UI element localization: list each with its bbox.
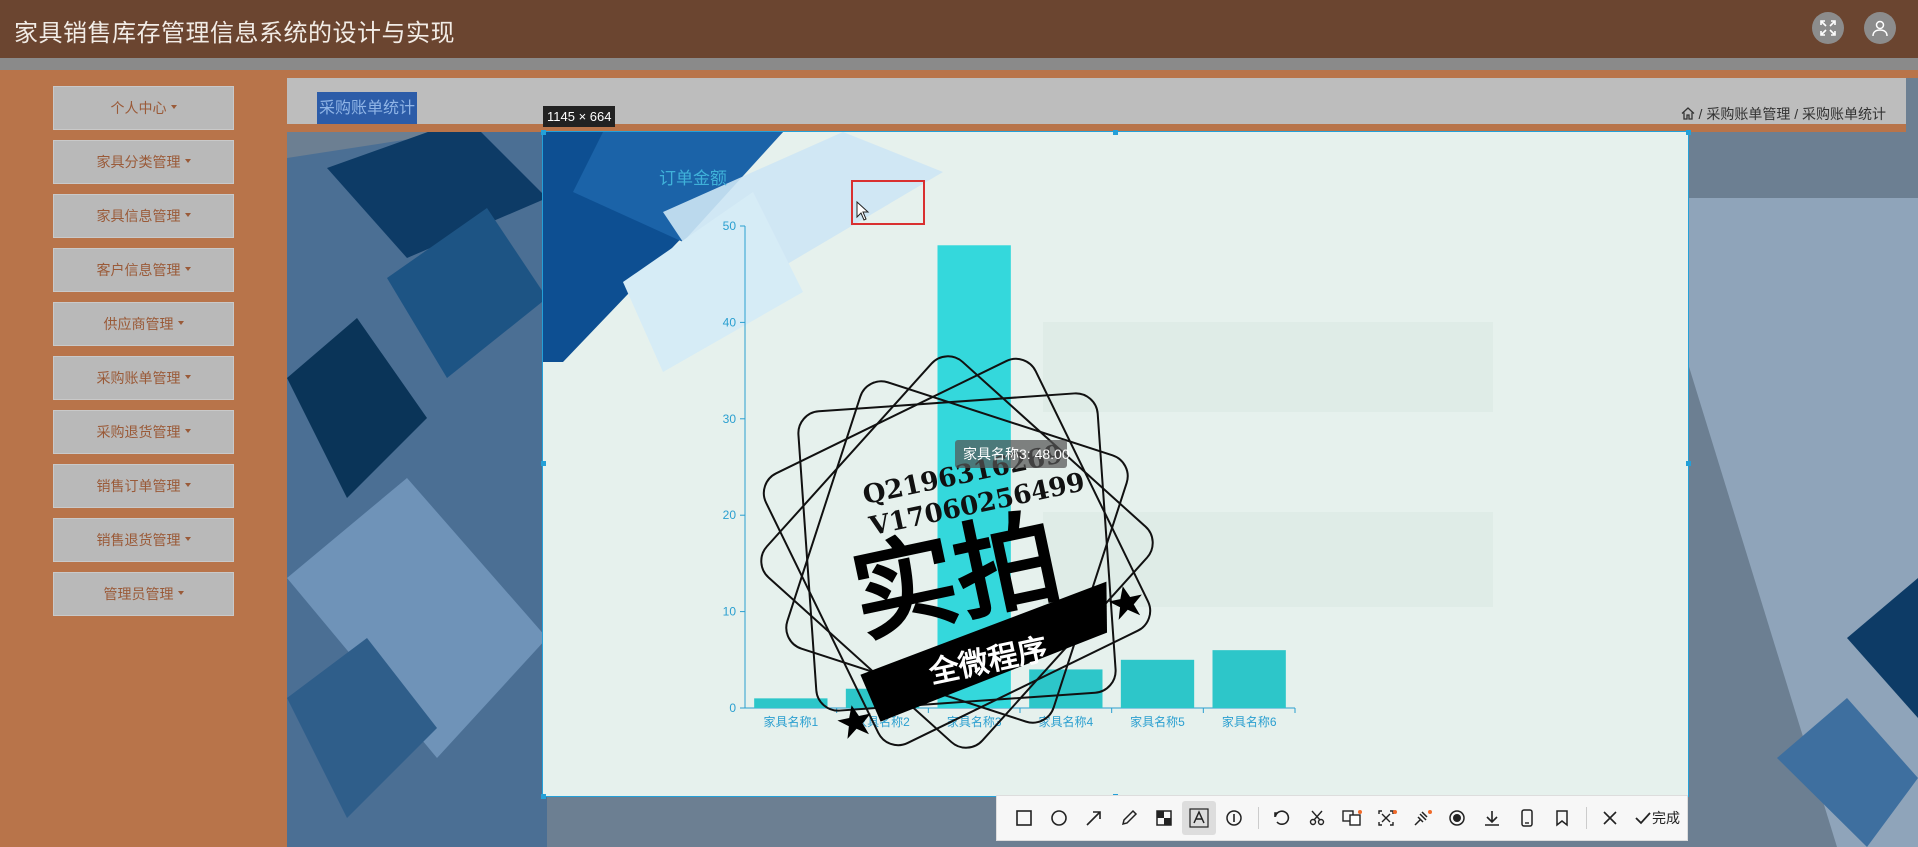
- user-icon[interactable]: [1864, 12, 1896, 44]
- x-tick-label: 家具名称4: [1038, 714, 1093, 729]
- sidebar-item[interactable]: 采购账单管理: [53, 356, 234, 400]
- resize-handle[interactable]: [541, 461, 546, 466]
- sidebar-item-label: 家具分类管理: [96, 154, 181, 170]
- app-title: 家具销售库存管理信息系统的设计与实现: [14, 20, 455, 47]
- caret-down-icon: [184, 483, 191, 487]
- sidebar-item[interactable]: 管理员管理: [53, 572, 234, 616]
- undo-icon[interactable]: [1265, 801, 1299, 835]
- tooltip-label: 家具名称3: 48.00: [963, 446, 1070, 462]
- sidebar-item[interactable]: 客户信息管理: [53, 248, 234, 292]
- chart-tooltip: 家具名称3: 48.00: [955, 440, 1070, 468]
- page-header: 采购账单统计 / 采购账单管理 / 采购账单统计: [287, 78, 1906, 126]
- resize-handle[interactable]: [1113, 130, 1118, 135]
- crop-icon[interactable]: [1300, 801, 1334, 835]
- bar[interactable]: [1212, 650, 1286, 708]
- sidebar-item-label: 销售订单管理: [96, 478, 181, 494]
- pin-icon[interactable]: [1405, 801, 1439, 835]
- y-tick-label: 20: [723, 508, 737, 522]
- mosaic-icon[interactable]: [1147, 801, 1181, 835]
- caret-down-icon: [184, 213, 191, 217]
- x-tick-label: 家具名称1: [763, 714, 818, 729]
- sidebar-item-label: 采购账单管理: [96, 370, 181, 386]
- caret-down-icon: [184, 159, 191, 163]
- bar[interactable]: [754, 698, 828, 708]
- sidebar: [0, 70, 287, 847]
- bar[interactable]: [1120, 659, 1195, 708]
- fullscreen-icon[interactable]: [1812, 12, 1844, 44]
- resize-handle[interactable]: [1686, 130, 1691, 135]
- sidebar-item-label: 供应商管理: [103, 316, 174, 332]
- breadcrumb-separator: /: [1794, 106, 1799, 122]
- header-accent-line: [287, 124, 1906, 132]
- download-icon[interactable]: [1475, 801, 1509, 835]
- sidebar-item-label: 管理员管理: [103, 586, 174, 602]
- caret-down-icon: [184, 267, 191, 271]
- number-icon[interactable]: [1217, 801, 1251, 835]
- top-bar: 家具销售库存管理信息系统的设计与实现: [0, 0, 1918, 58]
- arrow-icon[interactable]: [1077, 801, 1111, 835]
- sidebar-item[interactable]: 个人中心: [53, 86, 234, 130]
- sidebar-item[interactable]: 家具分类管理: [53, 140, 234, 184]
- caret-down-icon: [177, 591, 184, 595]
- sidebar-item-label: 家具信息管理: [96, 208, 181, 224]
- breadcrumb-item-purchase-stats: 采购账单统计: [1802, 106, 1886, 122]
- rectangle-icon[interactable]: [1007, 801, 1041, 835]
- capture-selection[interactable]: 订单金额 0 10 20 30 40 50 家具名称1 家具名称2 家具名称3 家具名称4 家具名…: [542, 131, 1689, 797]
- caret-down-icon: [177, 321, 184, 325]
- caret-down-icon: [184, 537, 191, 541]
- x-tick-label: 家具名称5: [1130, 714, 1185, 729]
- resize-handle[interactable]: [1686, 461, 1691, 466]
- done-label: 完成: [1652, 810, 1680, 826]
- text-icon[interactable]: [1182, 801, 1216, 835]
- sidebar-item[interactable]: 销售退货管理: [53, 518, 234, 562]
- x-tick-label: 家具名称6: [1222, 714, 1277, 729]
- sidebar-item-label: 客户信息管理: [96, 262, 181, 278]
- home-icon[interactable]: [1681, 107, 1695, 120]
- toolbar-separator: [1586, 807, 1587, 829]
- sidebar-item-label: 采购退货管理: [96, 424, 181, 440]
- y-tick-label: 40: [723, 315, 737, 329]
- caret-down-icon: [184, 429, 191, 433]
- sidebar-item[interactable]: 家具信息管理: [53, 194, 234, 238]
- chart-title: 订单金额: [659, 169, 727, 188]
- selection-size-label: 1145 × 664: [543, 106, 616, 127]
- bar-chart: 订单金额 01020304050 家具名称1 家具名称2 家具名称3 家具名称4 家具名…: [543, 132, 1493, 749]
- pen-icon[interactable]: [1112, 801, 1146, 835]
- bookmark-icon[interactable]: [1545, 801, 1579, 835]
- toolbar-separator: [1258, 807, 1259, 829]
- phone-icon[interactable]: [1510, 801, 1544, 835]
- translate-icon[interactable]: [1335, 801, 1369, 835]
- y-tick-label: 30: [723, 412, 737, 426]
- sidebar-item[interactable]: 销售订单管理: [53, 464, 234, 508]
- record-icon[interactable]: [1440, 801, 1474, 835]
- y-tick-label: 50: [723, 219, 737, 233]
- breadcrumb-separator: /: [1698, 106, 1703, 122]
- close-icon[interactable]: [1593, 801, 1627, 835]
- breadcrumb: / 采购账单管理 / 采购账单统计: [1681, 104, 1886, 124]
- bg-shape: [1043, 322, 1493, 412]
- y-tick-label: 10: [723, 605, 737, 619]
- resize-handle[interactable]: [541, 130, 546, 135]
- y-tick-label: 0: [729, 701, 736, 715]
- breadcrumb-item-purchase-bills[interactable]: 采购账单管理: [1706, 106, 1790, 122]
- circle-icon[interactable]: [1042, 801, 1076, 835]
- resize-handle[interactable]: [541, 794, 546, 799]
- screenshot-toolbar: 完成: [996, 795, 1688, 841]
- done-button[interactable]: 完成: [1634, 808, 1680, 828]
- sidebar-item-label: 销售退货管理: [96, 532, 181, 548]
- sidebar-item-label: 个人中心: [110, 100, 167, 116]
- header-divider: [0, 58, 1918, 70]
- sidebar-item[interactable]: 供应商管理: [53, 302, 234, 346]
- check-icon: [1635, 812, 1651, 825]
- caret-down-icon: [184, 375, 191, 379]
- tab-purchase-stats[interactable]: 采购账单统计: [317, 92, 418, 126]
- caret-down-icon: [170, 105, 177, 109]
- sidebar-item[interactable]: 采购退货管理: [53, 410, 234, 454]
- ocr-icon[interactable]: [1370, 801, 1404, 835]
